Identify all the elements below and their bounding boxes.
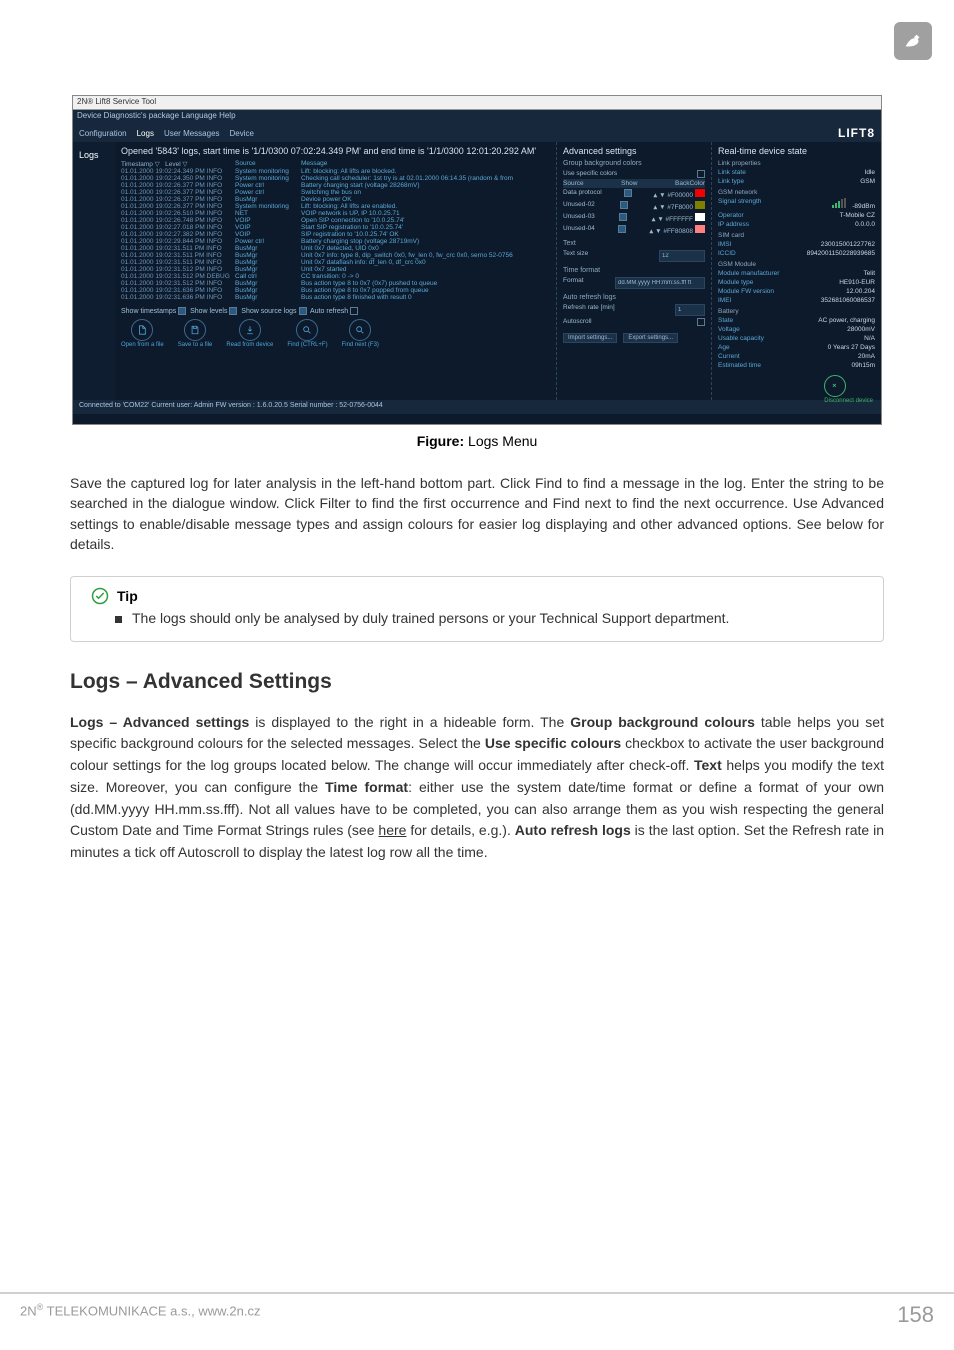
figure-caption: Figure: Logs Menu <box>70 433 884 449</box>
advanced-settings-title: Advanced settings <box>563 146 705 156</box>
log-row[interactable]: 01.01.2000 19:02:26.377 PM INFOSystem mo… <box>121 203 550 210</box>
window-titlebar: 2N® Lift8 Service Tool <box>73 96 881 110</box>
log-row[interactable]: 01.01.2000 19:02:26.377 PM INFOPower ctr… <box>121 189 550 196</box>
tab-logs[interactable]: Logs <box>137 129 154 138</box>
log-row[interactable]: 01.01.2000 19:02:31.511 PM INFOBusMgrUni… <box>121 259 550 266</box>
text-size-input[interactable] <box>659 250 705 262</box>
log-row[interactable]: 01.01.2000 19:02:31.512 PM DEBUGCall ctr… <box>121 273 550 280</box>
export-settings-button[interactable]: Export settings... <box>623 333 678 343</box>
log-row[interactable]: 01.01.2000 19:02:26.748 PM INFOVOIPOpen … <box>121 217 550 224</box>
log-row[interactable]: 01.01.2000 19:02:26.377 PM INFOPower ctr… <box>121 182 550 189</box>
disconnect-button[interactable] <box>824 375 846 397</box>
log-row[interactable]: 01.01.2000 19:02:27.018 PM INFOVOIPStart… <box>121 224 550 231</box>
find-next-button[interactable] <box>349 319 371 341</box>
log-row[interactable]: 01.01.2000 19:02:31.512 PM INFOBusMgrBus… <box>121 280 550 287</box>
window-menu[interactable]: Device Diagnostic's package Language Hel… <box>73 110 881 124</box>
log-row[interactable]: 01.01.2000 19:02:26.510 PM INFONETVOIP n… <box>121 210 550 217</box>
auto-refresh-label: Auto refresh logs <box>563 294 705 301</box>
tab-user-messages[interactable]: User Messages <box>164 129 220 138</box>
autoscroll-checkbox[interactable] <box>697 318 705 326</box>
log-header-row: Timestamp ▽ Level ▽ Source Message <box>121 160 550 168</box>
time-format-label: Time format <box>563 267 705 274</box>
tip-label: Tip <box>117 588 138 604</box>
status-bar: Connected to 'COM22' Current user: Admin… <box>73 400 881 414</box>
find-button[interactable] <box>296 319 318 341</box>
paragraph-intro: Save the captured log for later analysis… <box>70 473 884 554</box>
log-row[interactable]: 01.01.2000 19:02:26.377 PM INFOBusMgrDev… <box>121 196 550 203</box>
realtime-state-panel: Real-time device state Link properties L… <box>711 142 881 400</box>
log-row[interactable]: 01.01.2000 19:02:31.511 PM INFOBusMgrUni… <box>121 245 550 252</box>
color-row[interactable]: Data protocol▲ ▼ #F00000 <box>563 188 705 200</box>
refresh-rate-input[interactable] <box>675 304 705 316</box>
read-device-button[interactable] <box>239 319 261 341</box>
check-circle-icon <box>91 587 109 605</box>
tip-text: The logs should only be analysed by duly… <box>115 609 863 629</box>
log-row[interactable]: 01.01.2000 19:02:31.511 PM INFOBusMgrUni… <box>121 252 550 259</box>
logs-menu-screenshot: 2N® Lift8 Service Tool Device Diagnostic… <box>72 95 882 425</box>
tab-configuration[interactable]: Configuration <box>79 129 127 138</box>
left-panel-label: Logs <box>73 142 115 400</box>
tip-box: Tip The logs should only be analysed by … <box>70 576 884 642</box>
text-group-label: Text <box>563 240 705 247</box>
advanced-settings-panel: Advanced settings Group background color… <box>556 142 711 400</box>
brand-logo <box>894 22 932 60</box>
time-format-input[interactable] <box>615 277 705 289</box>
log-table: Opened '5843' logs, start time is '1/1/0… <box>115 142 556 400</box>
here-link[interactable]: here <box>378 822 406 838</box>
section-heading: Logs – Advanced Settings <box>70 670 884 694</box>
log-row[interactable]: 01.01.2000 19:02:31.636 PM INFOBusMgrBus… <box>121 287 550 294</box>
tab-device[interactable]: Device <box>230 129 254 138</box>
log-row[interactable]: 01.01.2000 19:02:24.349 PM INFOSystem mo… <box>121 168 550 175</box>
use-specific-colors-checkbox[interactable]: Use specific colors <box>563 170 617 178</box>
signal-bars-icon <box>832 198 850 208</box>
color-row[interactable]: Unused-04▲ ▼ #FF80808 <box>563 224 705 236</box>
color-row[interactable]: Unused-02▲ ▼ #7F8000 <box>563 200 705 212</box>
save-file-button[interactable] <box>184 319 206 341</box>
color-row[interactable]: Unused-03▲ ▼ #FFFFFF <box>563 212 705 224</box>
log-row[interactable]: 01.01.2000 19:02:24.350 PM INFOSystem mo… <box>121 175 550 182</box>
import-settings-button[interactable]: Import settings... <box>563 333 617 343</box>
log-row[interactable]: 01.01.2000 19:02:29.844 PM INFOPower ctr… <box>121 238 550 245</box>
tab-bar: Configuration Logs User Messages Device … <box>73 124 881 142</box>
log-row[interactable]: 01.01.2000 19:02:27.382 PM INFOVOIPSIP r… <box>121 231 550 238</box>
log-row[interactable]: 01.01.2000 19:02:31.512 PM INFOBusMgrUni… <box>121 266 550 273</box>
open-file-button[interactable] <box>131 319 153 341</box>
log-footer-options: Show timestamps Show levels Show source … <box>121 307 550 315</box>
page-footer: 2N® TELEKOMUNIKACE a.s., www.2n.cz 158 <box>0 1292 954 1328</box>
product-logo: LIFT8 <box>838 126 875 140</box>
group-bg-colors-label: Group background colors <box>563 160 705 167</box>
logs-opened-summary: Opened '5843' logs, start time is '1/1/0… <box>121 146 550 156</box>
paragraph-advanced: Logs – Advanced settings is displayed to… <box>70 712 884 864</box>
realtime-state-title: Real-time device state <box>718 146 875 156</box>
page-number: 158 <box>897 1302 934 1328</box>
log-row[interactable]: 01.01.2000 19:02:31.636 PM INFOBusMgrBus… <box>121 294 550 301</box>
